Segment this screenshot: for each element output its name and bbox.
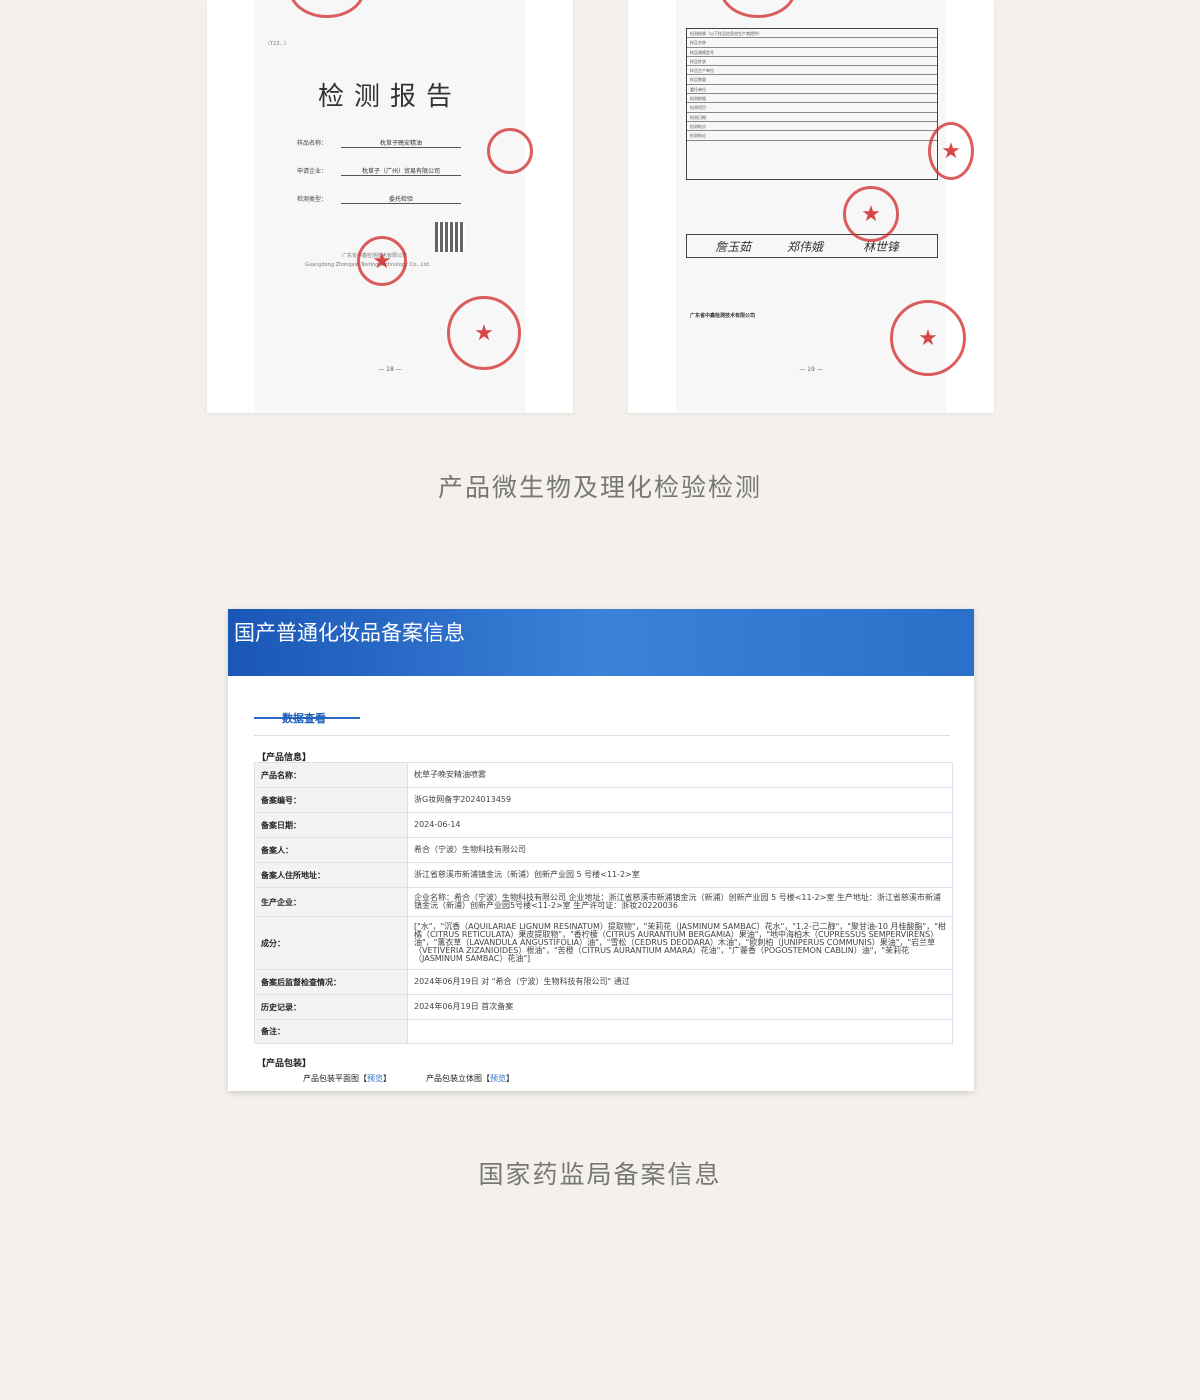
- report-number: （T23...）: [265, 41, 290, 47]
- registry-body: 数据查看 【产品信息】 产品名称： 枕草子晚安精油喷雾 备案编号： 浙G妆网备字…: [234, 692, 970, 1091]
- row-value: 浙G妆网备字2024013459: [407, 787, 953, 813]
- row-value: 2024年06月19日 对 "希合（宁波）生物科技有限公司" 通过: [407, 969, 953, 995]
- row-key: 备案后监督检查情况：: [254, 969, 408, 995]
- tab-data-view[interactable]: 数据查看: [254, 692, 360, 725]
- tab-label: 数据查看: [282, 712, 326, 725]
- report-field-applicant: 申请企业： 枕草子（广州）贸易有限公司: [297, 166, 517, 180]
- preview-flat-link[interactable]: 预览: [367, 1074, 383, 1083]
- result-table: 检测结果（以下样品信息由生产商提供） 样品名称 样品规格型号 样品性状 样品生产…: [686, 28, 938, 180]
- field-label: 申请企业：: [297, 168, 328, 175]
- result-row: 检测结论: [687, 131, 937, 141]
- row-value: 枕草子晚安精油喷雾: [407, 762, 953, 788]
- field-value: 枕草子（广州）贸易有限公司: [341, 166, 461, 176]
- row-key: 备案人住所地址：: [254, 862, 408, 888]
- field-value: 枕草子晚安精油: [341, 138, 461, 148]
- row-key: 成分：: [254, 916, 408, 970]
- row-key: 备案日期：: [254, 812, 408, 838]
- cosmetics-registry-panel: 国产普通化妆品备案信息 数据查看 【产品信息】 产品名称： 枕草子晚安精油喷雾 …: [228, 609, 974, 1091]
- page-number: — 18 —: [378, 366, 402, 373]
- row-key: 生产企业：: [254, 887, 408, 917]
- package-flat-item: 产品包装平面图【预览】: [303, 1074, 391, 1083]
- stamp-icon: ★: [843, 186, 899, 242]
- tab-divider: [254, 735, 950, 736]
- package-3d-item: 产品包装立体图【预览】: [426, 1074, 514, 1083]
- row-value: 希合（宁波）生物科技有限公司: [407, 837, 953, 863]
- table-row: 历史记录： 2024年06月19日 首次备案: [254, 994, 953, 1020]
- result-row: 样品规格型号: [687, 48, 937, 57]
- registry-title: 国产普通化妆品备案信息: [234, 621, 465, 645]
- table-row: 生产企业： 企业名称：希合（宁波）生物科技有限公司 企业地址：浙江省慈溪市新浦镇…: [254, 887, 953, 917]
- registry-header: 国产普通化妆品备案信息: [228, 609, 974, 676]
- table-row: 备案人住所地址： 浙江省慈溪市新浦镇金沅（新浦）创新产业园 5 号楼<11-2>…: [254, 862, 953, 888]
- result-row: 检测依据: [687, 94, 937, 104]
- signature-row: 詹玉茹 郑伟娥 林世锋: [686, 234, 938, 258]
- row-value: 浙江省慈溪市新浦镇金沅（新浦）创新产业园 5 号楼<11-2>室: [407, 862, 953, 888]
- field-label: 样品名称：: [297, 140, 328, 147]
- field-label: 检测类型：: [297, 196, 328, 203]
- row-value: 2024-06-14: [407, 812, 953, 838]
- row-value: ["水"，"沉香（AQUILARIAE LIGNUM RESINATUM）提取物…: [407, 916, 953, 970]
- result-row: 检测地点: [687, 122, 937, 132]
- row-key: 产品名称：: [254, 762, 408, 788]
- result-row: 委托单位: [687, 85, 937, 95]
- row-key: 备注：: [254, 1019, 408, 1044]
- row-value: [407, 1019, 953, 1044]
- preview-3d-link[interactable]: 预览: [490, 1074, 506, 1083]
- report-field-sample: 样品名称： 枕草子晚安精油: [297, 138, 517, 152]
- table-row: 备注：: [254, 1019, 953, 1044]
- table-row: 备案后监督检查情况： 2024年06月19日 对 "希合（宁波）生物科技有限公司…: [254, 969, 953, 995]
- report-title: 检测报告: [317, 82, 462, 112]
- test-report-page-18: （T23...） 检测报告 样品名称： 枕草子晚安精油 申请企业： 枕草子（广州…: [207, 0, 573, 413]
- row-key: 备案编号：: [254, 787, 408, 813]
- row-value: 2024年06月19日 首次备案: [407, 994, 953, 1020]
- result-row: 样品数量: [687, 75, 937, 85]
- qr-code-icon: [435, 222, 465, 252]
- caption-lab-testing: 产品微生物及理化检验检测: [437, 473, 762, 502]
- stamp-icon: ★: [357, 236, 407, 286]
- row-key: 历史记录：: [254, 994, 408, 1020]
- result-row: 样品性状: [687, 57, 937, 67]
- result-row: 检测结果（以下样品信息由生产商提供）: [687, 29, 937, 39]
- row-key: 备案人：: [254, 837, 408, 863]
- row-value: 企业名称：希合（宁波）生物科技有限公司 企业地址：浙江省慈溪市新浦镇金沅（新浦）…: [407, 887, 953, 917]
- report-field-type: 检测类型： 委托检验: [297, 194, 517, 208]
- package-label: 产品包装立体图: [426, 1074, 482, 1083]
- result-row: 样品名称: [687, 38, 937, 48]
- section-package: 【产品包装】: [257, 1059, 312, 1069]
- signature: 郑伟娥: [787, 240, 824, 254]
- result-row: 检测日期: [687, 113, 937, 122]
- stamp-icon: ★: [928, 122, 974, 180]
- stamp-icon: [487, 128, 533, 174]
- stamp-icon: ★: [890, 300, 966, 376]
- page-number: — 19 —: [799, 366, 823, 373]
- result-row: 检测项目: [687, 103, 937, 113]
- result-row: 样品生产单位: [687, 66, 937, 76]
- table-row: 产品名称： 枕草子晚安精油喷雾: [254, 762, 953, 788]
- field-value: 委托检验: [341, 194, 461, 204]
- caption-nmpa-registry: 国家药监局备案信息: [478, 1160, 722, 1189]
- table-row: 成分： ["水"，"沉香（AQUILARIAE LIGNUM RESINATUM…: [254, 916, 953, 970]
- product-info-table: 产品名称： 枕草子晚安精油喷雾 备案编号： 浙G妆网备字2024013459 备…: [254, 762, 953, 1044]
- signature: 詹玉茹: [715, 240, 752, 254]
- test-report-page-19: 检测结果（以下样品信息由生产商提供） 样品名称 样品规格型号 样品性状 样品生产…: [628, 0, 994, 413]
- package-label: 产品包装平面图: [303, 1074, 359, 1083]
- stamp-icon: ★: [447, 296, 521, 370]
- report-company: 广东省中鑫检测技术有限公司: [690, 313, 756, 319]
- table-row: 备案日期： 2024-06-14: [254, 812, 953, 838]
- table-row: 备案人： 希合（宁波）生物科技有限公司: [254, 837, 953, 863]
- table-row: 备案编号： 浙G妆网备字2024013459: [254, 787, 953, 813]
